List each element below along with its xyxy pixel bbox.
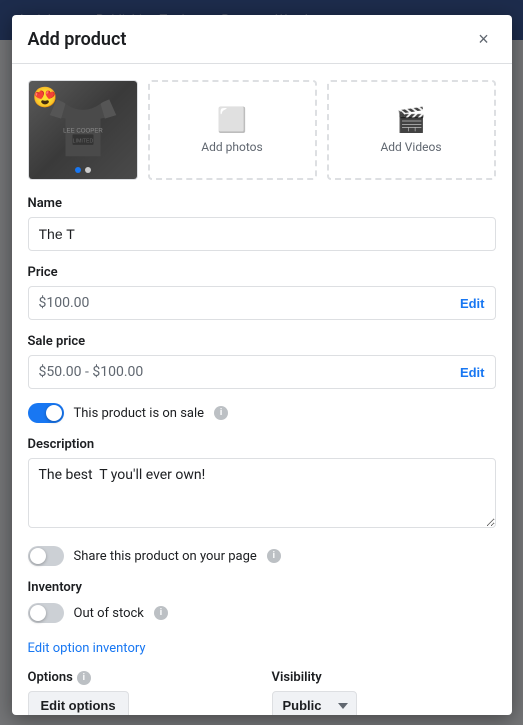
sale-price-field-group: Sale price $50.00 - $100.00 Edit [28,334,496,389]
dot-inactive [85,167,91,173]
shirt-svg: LEE COOPER LIMITED [48,95,118,165]
on-sale-toggle-row: This product is on sale i [28,403,496,423]
name-label: Name [28,196,496,211]
on-sale-label: This product is on sale [74,406,205,421]
add-product-modal: Add product × LEE COOPER LIMITED [12,15,512,715]
out-of-stock-toggle[interactable] [28,603,64,623]
inventory-label: Inventory [28,580,496,595]
product-emoji: 😍 [33,85,58,109]
image-section: LEE COOPER LIMITED 😍 ⬜ Add photos [28,80,496,180]
description-textarea[interactable]: The best T you'll ever own! [28,458,496,528]
visibility-column: Visibility Public Private Hidden [272,670,496,715]
add-photos-button[interactable]: ⬜ Add photos [148,80,317,180]
sale-price-edit-button[interactable]: Edit [460,365,485,380]
options-column: Options i Edit options [28,670,252,715]
price-field-group: Price $100.00 Edit [28,265,496,320]
options-label-text: Options [28,670,73,685]
share-toggle-row: Share this product on your page i [28,546,496,566]
inventory-section: Inventory Out of stock i [28,580,496,623]
on-sale-toggle[interactable] [28,403,64,423]
price-edit-button[interactable]: Edit [460,296,485,311]
visibility-col-label: Visibility [272,670,496,685]
options-col-label: Options i [28,670,252,685]
share-info-icon[interactable]: i [267,549,281,563]
add-videos-button[interactable]: 🎬 Add Videos [327,80,496,180]
out-of-stock-label: Out of stock [74,606,144,621]
price-value: $100.00 [39,295,460,311]
share-label: Share this product on your page [74,549,257,564]
photo-icon: ⬜ [217,106,247,134]
on-sale-info-icon[interactable]: i [214,406,228,420]
modal-overlay: Add product × LEE COOPER LIMITED [0,0,523,725]
sale-price-label: Sale price [28,334,496,349]
on-sale-knob [46,405,62,421]
share-toggle[interactable] [28,546,64,566]
edit-option-inventory-link[interactable]: Edit option inventory [28,641,146,656]
svg-text:LEE COOPER: LEE COOPER [63,128,103,135]
modal-body: LEE COOPER LIMITED 😍 ⬜ Add photos [12,64,512,715]
out-of-stock-row: Out of stock i [28,603,496,623]
options-info-icon[interactable]: i [77,671,91,685]
price-row: $100.00 Edit [28,286,496,320]
out-of-stock-info-icon[interactable]: i [154,606,168,620]
sale-price-value: $50.00 - $100.00 [39,364,460,380]
out-of-stock-knob [30,605,46,621]
modal-close-button[interactable]: × [472,27,496,51]
options-visibility-row: Options i Edit options Visibility Public… [28,670,496,715]
description-field-group: Description The best T you'll ever own! [28,437,496,532]
name-input[interactable] [28,217,496,251]
video-icon: 🎬 [396,106,426,134]
description-label: Description [28,437,496,452]
visibility-select[interactable]: Public Private Hidden [272,691,357,715]
price-label: Price [28,265,496,280]
edit-options-button[interactable]: Edit options [28,691,129,715]
visibility-label-text: Visibility [272,670,322,685]
image-dots [75,167,91,173]
name-field-group: Name [28,196,496,251]
add-photos-label: Add photos [201,140,262,154]
svg-text:LIMITED: LIMITED [72,138,93,144]
share-knob [30,548,46,564]
modal-header: Add product × [12,15,512,64]
dot-active [75,167,81,173]
modal-title: Add product [28,29,127,50]
add-videos-label: Add Videos [380,140,441,154]
sale-price-row: $50.00 - $100.00 Edit [28,355,496,389]
product-image[interactable]: LEE COOPER LIMITED 😍 [28,80,138,180]
